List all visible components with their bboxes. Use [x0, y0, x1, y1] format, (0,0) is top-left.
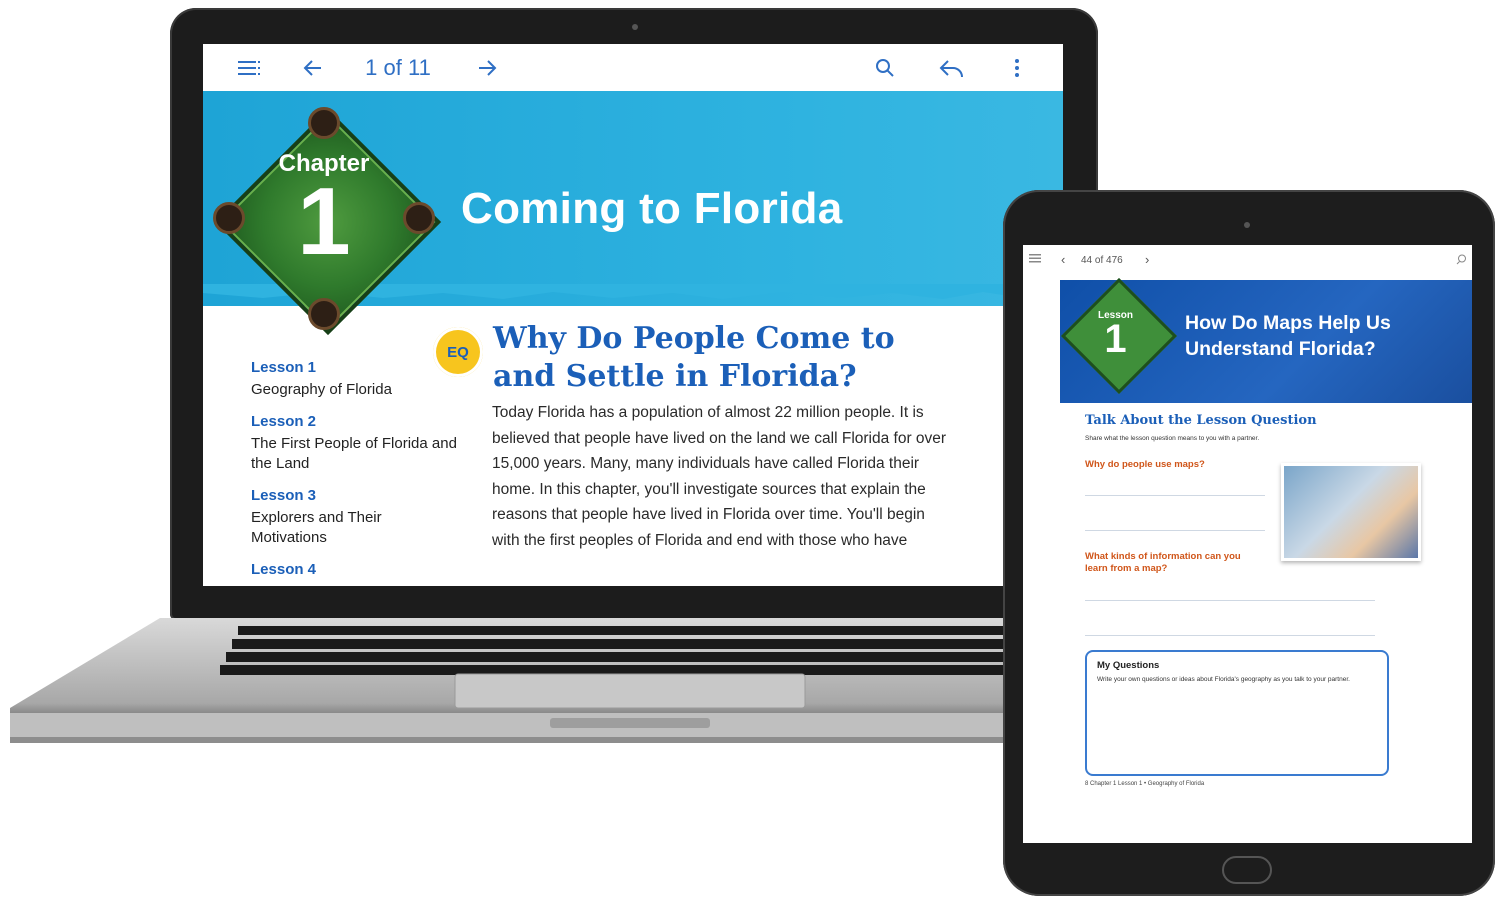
- tablet-home-button[interactable]: [1222, 856, 1272, 884]
- tablet-page-indicator: 44 of 476: [1081, 255, 1123, 266]
- answer-line[interactable]: [1085, 600, 1375, 601]
- lesson-link[interactable]: Lesson 2: [251, 413, 461, 430]
- answer-line[interactable]: [1085, 495, 1265, 496]
- chapter-badge: Chapter 1: [208, 102, 442, 336]
- question-2: What kinds of information can you learn …: [1085, 551, 1241, 574]
- menu-icon[interactable]: [1029, 254, 1041, 266]
- chapter-number: 1: [297, 168, 351, 275]
- essential-question-heading: Why Do People Come to and Settle in Flor…: [493, 321, 895, 394]
- page-indicator: 1 of 11: [365, 55, 431, 80]
- tablet-camera: [1244, 222, 1250, 228]
- laptop-camera: [632, 24, 638, 30]
- tablet-toolbar: ‹ 44 of 476 ›: [1023, 245, 1472, 277]
- lesson-title: How Do Maps Help Us Understand Florida?: [1185, 312, 1391, 360]
- lesson-link[interactable]: Lesson 1: [251, 359, 461, 376]
- reader-toolbar: 1 of 11: [203, 44, 1063, 91]
- lesson-link[interactable]: Lesson 3: [251, 487, 461, 504]
- arrow-left-icon[interactable]: [299, 54, 327, 82]
- laptop-screen: 1 of 11 Chapter 1 Coming to Florida Less…: [203, 44, 1063, 586]
- search-icon[interactable]: [1456, 254, 1467, 268]
- my-questions-text: Write your own questions or ideas about …: [1097, 676, 1350, 683]
- lesson-name: Geography of Florida: [251, 381, 392, 398]
- section-subtitle: Share what the lesson question means to …: [1085, 435, 1260, 442]
- section-title: Talk About the Lesson Question: [1085, 413, 1317, 428]
- answer-line[interactable]: [1085, 530, 1265, 531]
- lesson-name: Explorers and Their Motivations: [251, 509, 382, 546]
- lesson-number: 1: [1104, 317, 1127, 361]
- chevron-left-icon[interactable]: ‹: [1061, 252, 1065, 267]
- lesson-name: The First People of Florida and the Land: [251, 435, 457, 472]
- answer-line[interactable]: [1085, 635, 1375, 636]
- page-footer: 8 Chapter 1 Lesson 1 • Geography of Flor…: [1085, 781, 1205, 787]
- my-questions-box[interactable]: My Questions Write your own questions or…: [1085, 650, 1389, 776]
- laptop-keyboard-deck: [10, 618, 1010, 743]
- lesson-list: Lesson 1 Geography of Florida Lesson 2 T…: [251, 359, 461, 578]
- question-1: Why do people use maps?: [1085, 459, 1205, 470]
- students-photo: [1281, 463, 1421, 561]
- tablet-screen: ‹ 44 of 476 › How Do Maps Help Us Unders…: [1023, 245, 1472, 843]
- search-icon[interactable]: [871, 54, 899, 82]
- arrow-right-icon[interactable]: [473, 54, 501, 82]
- menu-icon[interactable]: [235, 54, 263, 82]
- my-questions-title: My Questions: [1097, 660, 1160, 671]
- essential-question-badge: EQ: [433, 327, 483, 377]
- more-vertical-icon[interactable]: [1003, 54, 1031, 82]
- undo-icon[interactable]: [936, 54, 968, 82]
- chapter-title: Coming to Florida: [461, 184, 843, 233]
- chevron-right-icon[interactable]: ›: [1145, 252, 1149, 267]
- chapter-intro-text: Today Florida has a population of almost…: [492, 404, 947, 549]
- lesson-link[interactable]: Lesson 4: [251, 561, 461, 578]
